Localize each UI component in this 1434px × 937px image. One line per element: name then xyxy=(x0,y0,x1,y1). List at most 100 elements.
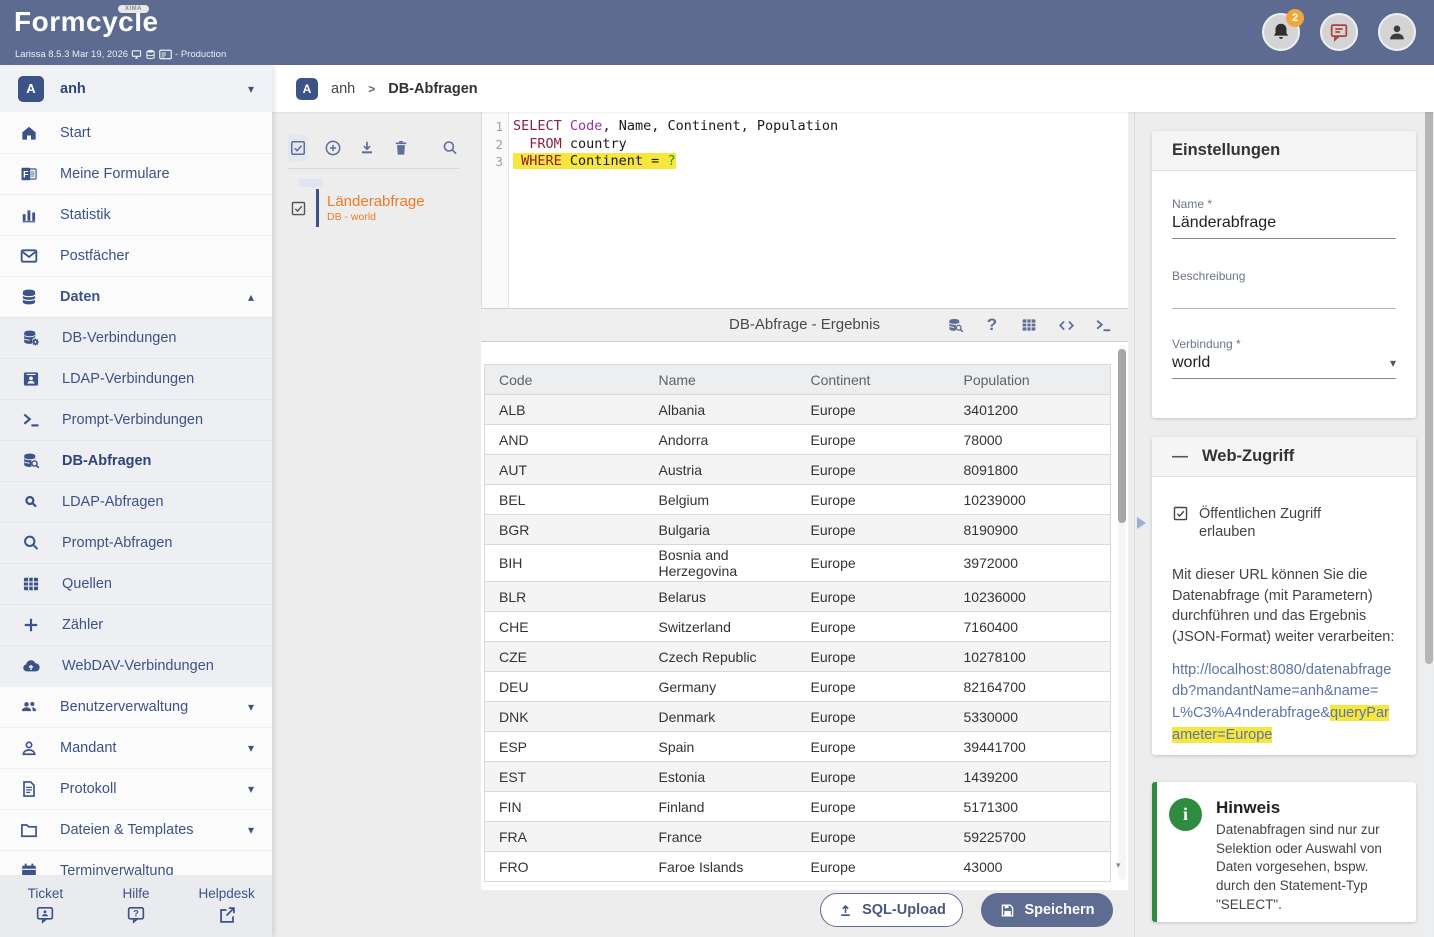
hilfe-label: Hilfe xyxy=(122,886,150,901)
console-icon[interactable] xyxy=(1092,314,1114,336)
connection-select[interactable]: world ▾ xyxy=(1172,351,1396,379)
help-result-icon[interactable]: ? xyxy=(981,314,1003,336)
table-row[interactable]: BLR Belarus Europe 10236000 xyxy=(484,581,1111,612)
column-header-continent[interactable]: Continent xyxy=(796,364,950,395)
description-field-label: Beschreibung xyxy=(1172,269,1246,283)
delete-button[interactable] xyxy=(391,135,411,161)
table-cell: Europe xyxy=(796,424,950,455)
sidebar-item-label: Start xyxy=(60,124,91,141)
table-scroll-down-arrow[interactable]: ▾ xyxy=(1116,860,1121,871)
sidebar-item-protokoll[interactable]: Protokoll ▾ xyxy=(0,768,272,809)
settings-card: Einstellungen Name * Länderabfrage Besch… xyxy=(1152,131,1416,418)
sidebar-item-mandant[interactable]: Mandant ▾ xyxy=(0,727,272,768)
sidebar-item-dateien-templates[interactable]: Dateien & Templates ▾ xyxy=(0,809,272,850)
user-menu-button[interactable] xyxy=(1378,13,1416,51)
table-row[interactable]: ALB Albania Europe 3401200 xyxy=(484,394,1111,425)
search-list-button[interactable] xyxy=(440,135,460,161)
name-field-label: Name * xyxy=(1172,197,1213,211)
sidebar-item-benutzerverwaltung[interactable]: Benutzerverwaltung ▾ xyxy=(0,686,272,727)
sql-editor[interactable]: 1 2 3 SELECT Code, Name, Continent, Popula… xyxy=(481,112,1128,308)
table-row[interactable]: BIH Bosnia and Herzegovina Europe 3972000 xyxy=(484,544,1111,582)
sidebar-item-daten[interactable]: Daten ▴ xyxy=(0,276,272,317)
sidebar-item-ldap-verbindungen[interactable]: LDAP-Verbindungen xyxy=(0,358,272,399)
sidebar-item-meine-formulare[interactable]: F Meine Formulare xyxy=(0,153,272,194)
table-view-icon[interactable] xyxy=(1018,314,1040,336)
chevron-down-icon: ▾ xyxy=(247,782,254,796)
sidebar-item-db-verbindungen[interactable]: DB-Verbindungen xyxy=(0,317,272,358)
description-field[interactable] xyxy=(1172,283,1396,309)
sidebar-item-prompt-abfragen[interactable]: Prompt-Abfragen xyxy=(0,522,272,563)
table-row[interactable]: FRA France Europe 59225700 xyxy=(484,821,1111,852)
sidebar-item-db-abfragen[interactable]: DB-Abfragen xyxy=(0,440,272,481)
table-row[interactable]: CHE Switzerland Europe 7160400 xyxy=(484,611,1111,642)
download-button[interactable] xyxy=(357,135,377,161)
client-selector[interactable]: A anh ▾ xyxy=(0,65,272,112)
column-header-code[interactable]: Code xyxy=(484,364,645,395)
column-header-population[interactable]: Population xyxy=(949,364,1111,395)
table-cell: Europe xyxy=(796,484,950,515)
helpdesk-button[interactable]: Helpdesk xyxy=(181,875,272,937)
ticket-icon xyxy=(37,907,54,924)
sidebar-item-webdav-verbindungen[interactable]: WebDAV-Verbindungen xyxy=(0,645,272,686)
table-row[interactable]: FIN Finland Europe 5171300 xyxy=(484,791,1111,822)
app-logo[interactable]: Formcycle XIMA xyxy=(14,5,159,38)
sidebar-item-label: LDAP-Abfragen xyxy=(62,494,164,510)
table-cell: Switzerland xyxy=(644,611,797,642)
sidebar-item-start[interactable]: Start xyxy=(0,112,272,153)
collapse-panel-arrow[interactable] xyxy=(1137,517,1146,529)
sidebar-item-label: DB-Verbindungen xyxy=(62,330,177,346)
breadcrumb-page[interactable]: DB-Abfragen xyxy=(388,81,477,97)
table-cell: Bulgaria xyxy=(644,514,797,545)
sidebar-item-postfaecher[interactable]: Postfächer xyxy=(0,235,272,276)
table-cell: 10239000 xyxy=(949,484,1111,515)
notifications-button[interactable]: 2 xyxy=(1262,9,1304,51)
table-row[interactable]: CZE Czech Republic Europe 10278100 xyxy=(484,641,1111,672)
page-scrollbar-thumb[interactable] xyxy=(1425,104,1433,664)
table-row[interactable]: DEU Germany Europe 82164700 xyxy=(484,671,1111,702)
table-cell: 1439200 xyxy=(949,761,1111,792)
query-list-item[interactable]: Länderabfrage DB - world xyxy=(288,188,464,228)
collapse-section-icon[interactable]: — xyxy=(1172,448,1188,466)
name-field[interactable]: Länderabfrage xyxy=(1172,211,1396,239)
sidebar-item-label: WebDAV-Verbindungen xyxy=(62,658,214,674)
connection-value: world xyxy=(1172,354,1211,371)
list-item-checkbox[interactable] xyxy=(288,200,308,217)
sidebar-item-zaehler[interactable]: Zähler xyxy=(0,604,272,645)
add-query-button[interactable] xyxy=(322,135,342,161)
table-row[interactable]: ESP Spain Europe 39441700 xyxy=(484,731,1111,762)
table-scrollbar-thumb[interactable] xyxy=(1118,349,1126,523)
sidebar-item-ldap-abfragen[interactable]: LDAP-Abfragen xyxy=(0,481,272,522)
sidebar-item-statistik[interactable]: Statistik xyxy=(0,194,272,235)
breadcrumb-client[interactable]: anh xyxy=(331,81,355,97)
code-view-icon[interactable] xyxy=(1055,314,1077,336)
select-all-button[interactable] xyxy=(288,135,309,161)
save-button[interactable]: Speichern xyxy=(981,893,1113,927)
table-row[interactable]: BEL Belgium Europe 10239000 xyxy=(484,484,1111,515)
column-header-name[interactable]: Name xyxy=(644,364,797,395)
sidebar-item-prompt-verbindungen[interactable]: Prompt-Verbindungen xyxy=(0,399,272,440)
sidebar-item-quellen[interactable]: Quellen xyxy=(0,563,272,604)
table-cell: 10236000 xyxy=(949,581,1111,612)
sql-upload-button[interactable]: SQL-Upload xyxy=(820,893,963,927)
table-cell: Faroe Islands xyxy=(644,851,797,882)
run-query-icon[interactable] xyxy=(944,314,966,336)
table-cell: Germany xyxy=(644,671,797,702)
sidebar-item-label: Prompt-Abfragen xyxy=(62,535,173,551)
public-access-checkbox-row[interactable]: Öffentlichen Zugriff erlauben xyxy=(1172,505,1396,541)
list-divider xyxy=(288,168,460,169)
table-row[interactable]: AUT Austria Europe 8091800 xyxy=(484,454,1111,485)
feedback-button[interactable] xyxy=(1320,13,1358,51)
hilfe-button[interactable]: Hilfe ? xyxy=(91,875,182,937)
web-access-url-link[interactable]: http://localhost:8080/datenabfragedb?man… xyxy=(1172,660,1396,747)
table-row[interactable]: EST Estonia Europe 1439200 xyxy=(484,761,1111,792)
table-row[interactable]: DNK Denmark Europe 5330000 xyxy=(484,701,1111,732)
sidebar: A anh ▾ Start F Meine Formulare Statisti… xyxy=(0,65,272,937)
table-row[interactable]: AND Andorra Europe 78000 xyxy=(484,424,1111,455)
table-row[interactable]: FRO Faroe Islands Europe 43000 xyxy=(484,851,1111,882)
table-row[interactable]: BGR Bulgaria Europe 8190900 xyxy=(484,514,1111,545)
save-label: Speichern xyxy=(1024,902,1095,918)
sidebar-nav: Start F Meine Formulare Statistik Postfä… xyxy=(0,112,272,875)
sidebar-item-terminverwaltung[interactable]: Terminverwaltung xyxy=(0,850,272,875)
monitor-icon xyxy=(131,50,142,59)
ticket-button[interactable]: Ticket xyxy=(0,875,91,937)
